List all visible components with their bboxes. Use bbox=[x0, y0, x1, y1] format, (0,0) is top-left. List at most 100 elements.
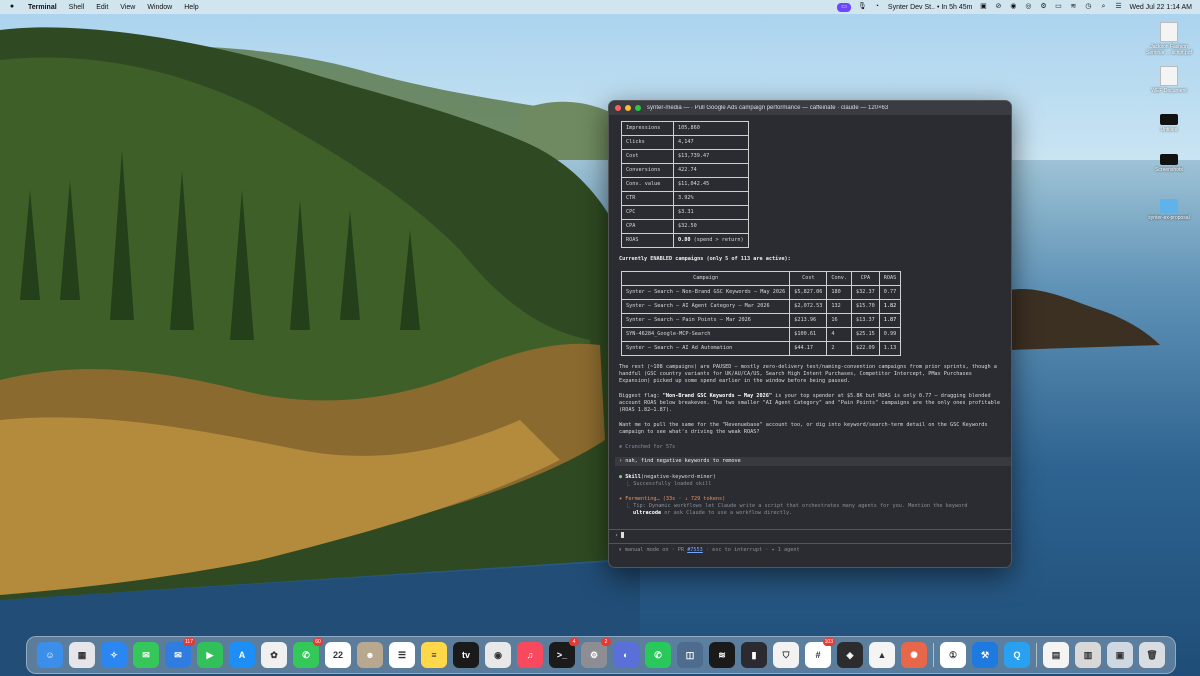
desktop-file-wef[interactable]: WEF Document bbox=[1143, 66, 1195, 94]
phone-icon[interactable]: ✆ 60 bbox=[293, 638, 323, 668]
dock-glyph: ✺ bbox=[910, 649, 918, 660]
campaign-conv: 16 bbox=[826, 313, 853, 328]
xcode-icon[interactable]: ⚒ bbox=[972, 642, 998, 668]
dock-glyph: ⚙ bbox=[589, 649, 599, 660]
apple-tv-icon[interactable]: tv bbox=[453, 642, 479, 668]
spotify-icon[interactable]: ≋ bbox=[709, 642, 735, 668]
preview-icon[interactable]: ▣ bbox=[1107, 642, 1133, 668]
campaign-conv: 4 bbox=[826, 327, 853, 342]
close-window-button[interactable] bbox=[615, 105, 621, 111]
dock-glyph: ▲ bbox=[877, 650, 887, 660]
desktop-item-screenshots[interactable]: Screenshots bbox=[1143, 150, 1195, 173]
layers-icon[interactable]: ◈ bbox=[837, 642, 863, 668]
database-icon[interactable]: ◫ bbox=[677, 642, 703, 668]
campaign-conv: 132 bbox=[826, 299, 853, 314]
zoom-window-button[interactable] bbox=[635, 105, 641, 111]
dock-glyph: ▮ bbox=[751, 649, 757, 660]
claude-icon[interactable]: ✺ bbox=[901, 642, 927, 668]
notes-icon[interactable]: ≡ bbox=[421, 642, 447, 668]
battery-icon[interactable]: ▭ bbox=[1054, 3, 1062, 11]
shield-icon[interactable]: ⛉ bbox=[773, 642, 799, 668]
photos-icon[interactable]: ✿ bbox=[261, 642, 287, 668]
stack-icon[interactable]: ▥ bbox=[1075, 642, 1101, 668]
window-titlebar[interactable]: synter-media — · Pull Google Ads campaig… bbox=[609, 101, 1011, 115]
dock-glyph: ✉ bbox=[174, 649, 182, 660]
calendar-icon[interactable]: 22 bbox=[325, 642, 351, 668]
menubar-clock[interactable]: Wed Jul 22 1:14 AM bbox=[1129, 4, 1192, 11]
1password-icon[interactable]: ① bbox=[940, 642, 966, 668]
metric-label: CPA bbox=[621, 219, 674, 234]
app-menu-terminal[interactable]: Terminal bbox=[28, 4, 57, 11]
menu-view[interactable]: View bbox=[120, 4, 135, 11]
terminal-window[interactable]: synter-media — · Pull Google Ads campaig… bbox=[608, 100, 1012, 568]
safari-icon[interactable]: ✧ bbox=[101, 642, 127, 668]
prompt-input[interactable]: › bbox=[609, 529, 1011, 544]
desktop-file-pdf[interactable]: Jackson Fashion Seminar ... script.pdf bbox=[1143, 22, 1195, 56]
reminders-icon[interactable]: ☰ bbox=[389, 642, 415, 668]
mail-icon[interactable]: ✉ 117 bbox=[165, 638, 195, 668]
terminal-icon[interactable]: >_ 4 bbox=[549, 638, 579, 668]
metric-row: Conversions 422.74 bbox=[621, 163, 749, 178]
desktop-folder-proposal[interactable]: synter-ex-proposal bbox=[1143, 196, 1195, 221]
dock-glyph: >_ bbox=[556, 650, 568, 660]
google-ads-icon[interactable]: ▲ bbox=[869, 642, 895, 668]
apple-menu-icon[interactable]: ● bbox=[8, 3, 16, 11]
metric-label: CPC bbox=[621, 205, 674, 220]
facetime-icon[interactable]: ▶ bbox=[197, 642, 223, 668]
text-cursor bbox=[621, 532, 625, 538]
app-store-icon[interactable]: A bbox=[229, 642, 255, 668]
audio-meter-icon[interactable]: ▮ bbox=[741, 642, 767, 668]
chrome-icon[interactable]: ◉ bbox=[485, 642, 511, 668]
pr-link[interactable]: #7553 bbox=[687, 547, 703, 553]
system-settings-icon[interactable]: ⚙ 2 bbox=[581, 638, 611, 668]
arc-browser-icon[interactable]: ◐ bbox=[613, 642, 639, 668]
dock-glyph: ⛉ bbox=[782, 649, 790, 660]
menu-shell[interactable]: Shell bbox=[69, 4, 85, 11]
minimize-window-button[interactable] bbox=[625, 105, 631, 111]
dock-glyph: ◐ bbox=[623, 650, 629, 660]
dnd-icon[interactable]: ◎ bbox=[1024, 3, 1032, 11]
cursor-icon[interactable]: ◔ bbox=[873, 3, 881, 11]
settings-icon[interactable]: ⚙ bbox=[1039, 3, 1047, 11]
dock-glyph: 22 bbox=[332, 650, 343, 660]
column-header: Cost bbox=[789, 271, 828, 286]
dock-glyph: ✉ bbox=[142, 649, 150, 660]
terminal-output[interactable]: Impressions 105,860 Clicks 4,147 Cost $13,739… bbox=[609, 115, 1011, 554]
search-icon[interactable]: ⌕ bbox=[1099, 3, 1107, 11]
desktop-item-untitled[interactable]: Untitled bbox=[1143, 110, 1195, 133]
metric-value: 0.80 (spend > return) bbox=[673, 233, 749, 248]
campaign-name: Synter – Search – Non-Brand GSC Keywords… bbox=[620, 285, 791, 300]
whatsapp-icon[interactable]: ✆ bbox=[645, 642, 671, 668]
screen-icon[interactable]: ▣ bbox=[979, 3, 987, 11]
dock-glyph: ◉ bbox=[494, 649, 502, 660]
trash-icon[interactable]: 🗑 bbox=[1139, 642, 1165, 668]
dock-glyph: ◫ bbox=[685, 649, 695, 660]
wifi-icon[interactable]: ≋ bbox=[1069, 3, 1077, 11]
quicklook-icon[interactable]: Q bbox=[1004, 642, 1030, 668]
screen-recording-icon[interactable]: ▭ bbox=[837, 2, 851, 12]
dock-glyph: ✆ bbox=[654, 649, 662, 660]
dock-glyph: ☻ bbox=[365, 650, 375, 660]
calendar-status-item[interactable]: Synter Dev St.. • In 5h 45m bbox=[888, 4, 973, 11]
slack-icon[interactable]: #103 bbox=[805, 638, 835, 668]
notification-badge: 103 bbox=[822, 638, 835, 646]
clock-icon[interactable]: ◷ bbox=[1084, 3, 1092, 11]
eye-icon[interactable]: ◉ bbox=[1009, 3, 1017, 11]
campaign-name: Synter – Search – AI Ad Automation bbox=[620, 341, 791, 356]
messages-icon[interactable]: ✉ bbox=[133, 642, 159, 668]
menu-help[interactable]: Help bbox=[184, 4, 198, 11]
campaign-name: Synter – Search – AI Agent Category – Ma… bbox=[620, 299, 791, 314]
launchpad-icon[interactable]: ▦ bbox=[69, 642, 95, 668]
finder-icon[interactable]: ☺ bbox=[37, 642, 63, 668]
microphone-icon[interactable]: 🎙 bbox=[858, 3, 867, 11]
menu-edit[interactable]: Edit bbox=[96, 4, 108, 11]
contacts-icon[interactable]: ☻ bbox=[357, 642, 383, 668]
user-message: › nah, find negative keywords to remove bbox=[615, 457, 1011, 466]
control-center-icon[interactable]: ☰ bbox=[1114, 3, 1122, 11]
menu-window[interactable]: Window bbox=[147, 4, 172, 11]
document-icon[interactable]: ▤ bbox=[1043, 642, 1069, 668]
music-icon[interactable]: ♫ bbox=[517, 642, 543, 668]
dock-glyph: ⚒ bbox=[980, 649, 990, 660]
block-icon[interactable]: ⊘ bbox=[994, 3, 1002, 11]
document-icon bbox=[1160, 66, 1178, 86]
